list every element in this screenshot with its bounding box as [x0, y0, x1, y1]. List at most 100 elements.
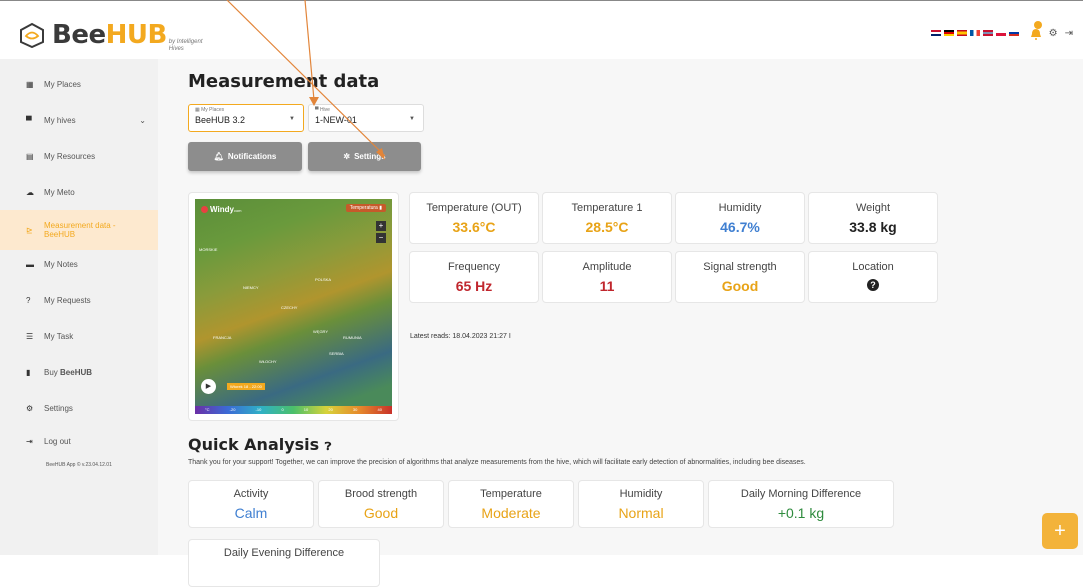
- stat-card-frequency: Frequency 65 Hz: [409, 251, 539, 303]
- qa-label: Daily Evening Difference: [223, 547, 345, 559]
- logout-icon[interactable]: ⇥: [1065, 28, 1073, 39]
- buy-label: Buy: [44, 367, 61, 377]
- map-label: SERBIA: [329, 351, 344, 356]
- notes-icon: ▬: [26, 259, 34, 269]
- flag-de-icon[interactable]: [943, 30, 954, 36]
- beehub-logo-icon: [20, 22, 44, 48]
- weather-map-card: Windycom Temperatura ▮ + − MORSKIE POLSK…: [188, 192, 399, 421]
- settings-button-label: Settings: [354, 152, 386, 161]
- logout-icon: ⇥: [26, 436, 33, 446]
- stat-card-humidity: Humidity 46.7%: [675, 192, 805, 244]
- flag-fr-icon[interactable]: [969, 30, 980, 36]
- stat-card-weight: Weight 33.8 kg: [808, 192, 938, 244]
- grid-icon: ▦: [26, 79, 34, 89]
- settings-button[interactable]: ✲ Settings: [308, 142, 421, 171]
- qa-label: Humidity: [619, 488, 663, 500]
- logo-hub-text: HUB: [105, 20, 168, 50]
- sidebar-item-label: My Notes: [44, 259, 78, 269]
- play-icon[interactable]: ▶: [201, 379, 216, 394]
- caret-down-icon: ▼: [409, 116, 415, 122]
- qa-card-daily-evening-difference: Daily Evening Difference: [188, 539, 380, 587]
- map-time-pill[interactable]: Wtorek 18 - 22:00: [227, 383, 265, 390]
- sidebar-item-label: My hives: [44, 115, 76, 125]
- sidebar-item-label: Buy BeeHUB: [44, 368, 92, 377]
- sidebar-item-my-task[interactable]: ☰ My Task: [0, 318, 158, 354]
- sidebar-item-my-requests[interactable]: ? My Requests: [0, 282, 158, 318]
- hive-select[interactable]: ▀ Hive 1-NEW-01 ▼: [308, 104, 424, 132]
- scale-label: 40: [377, 407, 382, 412]
- places-select[interactable]: ▦ My Places BeeHUB 3.2 ▼: [188, 104, 304, 132]
- add-button[interactable]: +: [1042, 513, 1078, 549]
- zoom-out-button[interactable]: −: [376, 233, 386, 243]
- stat-value: 33.8 kg: [849, 219, 897, 235]
- stat-card-signal-strength: Signal strength Good: [675, 251, 805, 303]
- stat-card-temperature-out: Temperature (OUT) 33.6°C: [409, 192, 539, 244]
- qa-card-brood-strength: Brood strength Good: [318, 480, 444, 528]
- map-label: RUMUNIA: [343, 335, 362, 340]
- places-select-label: ▦ My Places: [195, 107, 297, 113]
- flag-es-icon[interactable]: [956, 30, 967, 36]
- sidebar-item-my-notes[interactable]: ▬ My Notes: [0, 246, 158, 282]
- page-title: Measurement data: [188, 71, 380, 92]
- flag-pl-icon[interactable]: [995, 30, 1006, 36]
- main-content: Measurement data ▦ My Places BeeHUB 3.2 …: [158, 59, 1083, 587]
- qa-label: Activity: [233, 488, 269, 500]
- qa-value: Moderate: [481, 505, 541, 521]
- stat-label: Location: [852, 261, 894, 273]
- map-label: WĘGRY: [313, 329, 329, 334]
- qa-label: Temperature: [480, 488, 542, 500]
- scale-label: 0: [281, 407, 284, 412]
- sidebar-item-label: Settings: [44, 403, 73, 413]
- map-label: NIEMCY: [243, 285, 259, 290]
- notification-count-badge: [1033, 21, 1042, 29]
- stat-value: 65 Hz: [455, 278, 493, 294]
- places-select-label-text: My Places: [201, 107, 225, 113]
- sidebar-item-measurement-data[interactable]: ⊵ Measurement data - BeeHUB: [0, 210, 158, 250]
- location-question-icon[interactable]: ?: [809, 278, 937, 294]
- qa-value: +0.1 kg: [777, 505, 825, 521]
- qa-label: Daily Morning Difference: [740, 488, 862, 500]
- beehub-logo[interactable]: BeeHUB by Intelligent Hives: [18, 17, 203, 53]
- map-label: WŁOCHY: [259, 359, 277, 364]
- location-value: ?: [870, 280, 876, 290]
- question-icon: ?: [26, 295, 31, 305]
- sidebar-item-logout[interactable]: ⇥ Log out: [0, 423, 158, 459]
- qa-card-humidity: Humidity Normal: [578, 480, 704, 528]
- sidebar-item-buy-beehub[interactable]: ▮ Buy BeeHUB: [0, 354, 158, 390]
- settings-gears-icon[interactable]: ⚙: [1049, 28, 1058, 39]
- sidebar-item-settings[interactable]: ⚙ Settings: [0, 390, 158, 426]
- places-select-value: BeeHUB 3.2: [195, 115, 246, 125]
- windy-brand[interactable]: Windycom: [201, 205, 242, 214]
- stat-card-location: Location ?: [808, 251, 938, 303]
- notifications-button[interactable]: 🔔︎ Notifications: [188, 142, 302, 171]
- map-layer-selector[interactable]: Temperatura ▮: [345, 204, 386, 212]
- weather-map[interactable]: Windycom Temperatura ▮ + − MORSKIE POLSK…: [195, 199, 392, 414]
- sidebar-item-my-meto[interactable]: ☁ My Meto: [0, 174, 158, 210]
- flag-no-icon[interactable]: [982, 30, 993, 36]
- zoom-in-button[interactable]: +: [376, 221, 386, 231]
- quick-analysis-title: Quick Analysis ❓︎: [188, 435, 331, 454]
- sidebar-item-label-line2: BeeHUB: [44, 230, 76, 239]
- sidebar-item-my-places[interactable]: ▦ My Places: [0, 66, 158, 102]
- top-right-controls: ⚙ ⇥: [930, 21, 1073, 40]
- qa-label: Brood strength: [344, 488, 418, 500]
- sidebar-item-label: Measurement data -: [44, 221, 116, 230]
- sidebar-item-my-hives[interactable]: ▀ My hives ⌄: [0, 102, 158, 138]
- windy-brand-text: Windy: [210, 205, 234, 214]
- map-label: CZECHY: [281, 305, 298, 310]
- flag-uk-icon[interactable]: [930, 30, 941, 36]
- scale-label: -20: [229, 407, 236, 412]
- notifications-bell-icon[interactable]: [1030, 21, 1042, 40]
- scale-label: 20: [328, 407, 333, 412]
- stat-label: Signal strength: [703, 261, 777, 273]
- caret-down-icon: ▼: [289, 116, 295, 122]
- gear-icon: ✲: [343, 152, 351, 161]
- flag-ru-icon[interactable]: [1008, 30, 1019, 36]
- app-version: BeeHUB App © v.23.04.12.01: [46, 462, 112, 468]
- hive-icon: ▀: [26, 115, 32, 125]
- quick-analysis-description: Thank you for your support! Together, we…: [188, 459, 806, 466]
- stat-label: Humidity: [718, 202, 762, 214]
- help-icon[interactable]: ❓︎: [325, 440, 332, 453]
- sidebar-item-my-resources[interactable]: ▤ My Resources: [0, 138, 158, 174]
- chevron-down-icon[interactable]: ⌄: [139, 116, 146, 125]
